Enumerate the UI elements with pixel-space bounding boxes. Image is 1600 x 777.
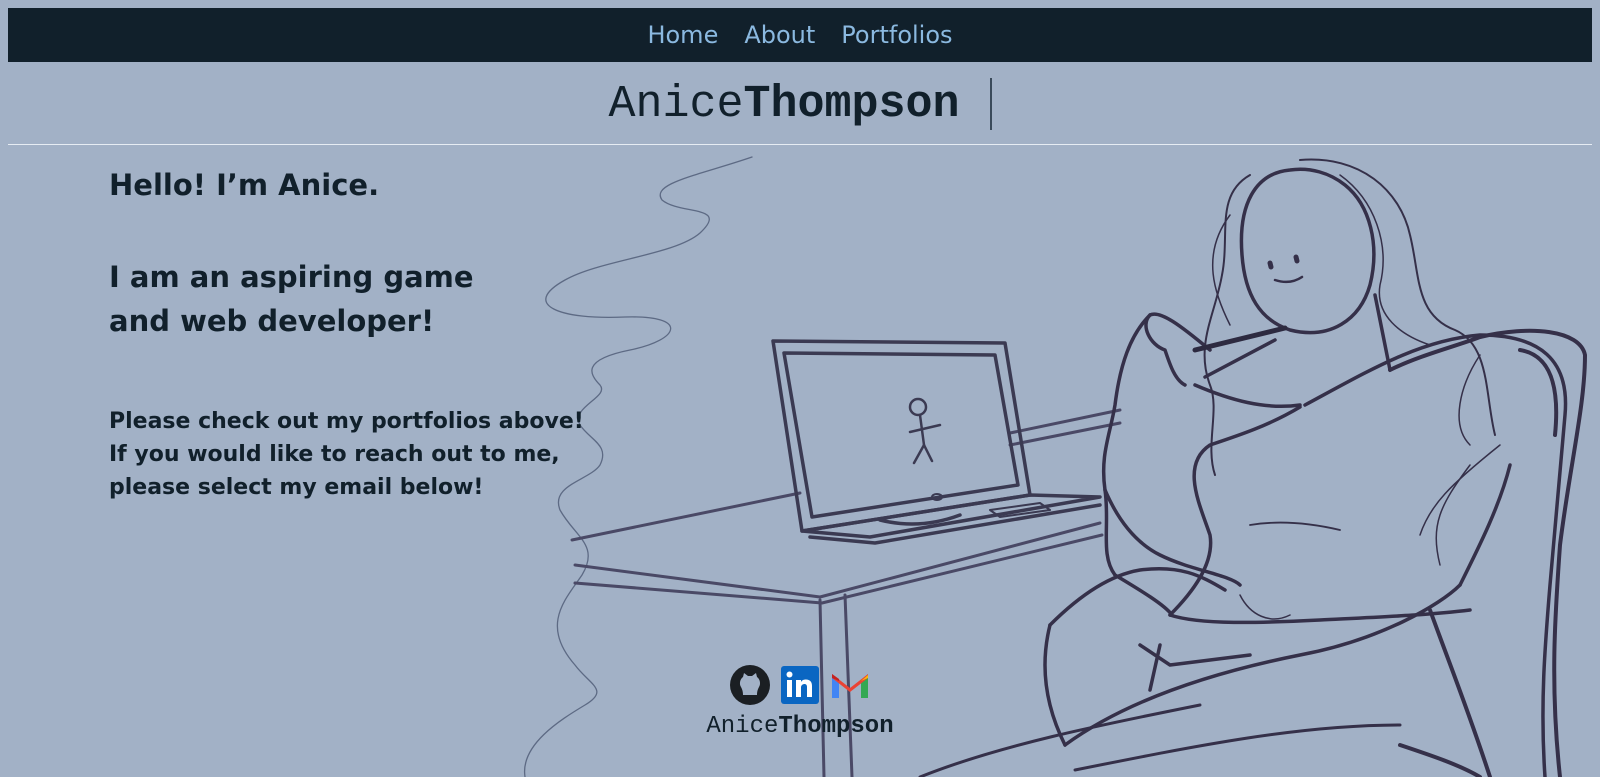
footer-last-name: Thompson xyxy=(778,713,894,740)
footer-title: AniceThompson xyxy=(690,713,910,740)
tagline-line-1: I am an aspiring game xyxy=(109,260,474,294)
nav-home-link[interactable]: Home xyxy=(647,21,718,49)
tagline-line-2: and web developer! xyxy=(109,304,435,338)
message-line-3: please select my email below! xyxy=(109,475,484,500)
tagline-heading: I am an aspiring game and web developer! xyxy=(109,255,529,343)
contact-message: Please check out my portfolios above! If… xyxy=(109,405,589,504)
site-title: AniceThompson xyxy=(608,79,959,130)
title-first-name: Anice xyxy=(608,78,744,130)
social-links xyxy=(690,663,910,707)
nav-portfolios-link[interactable]: Portfolios xyxy=(841,21,952,49)
message-line-2: If you would like to reach out to me, xyxy=(109,442,560,467)
linkedin-icon[interactable] xyxy=(779,664,821,706)
nav-about-link[interactable]: About xyxy=(744,21,815,49)
github-icon[interactable] xyxy=(729,664,771,706)
gmail-icon[interactable] xyxy=(829,664,871,706)
chair-sketch xyxy=(1388,328,1587,777)
person-sketch xyxy=(918,158,1568,777)
site-header: AniceThompson xyxy=(0,64,1600,144)
footer-first-name: Anice xyxy=(706,713,779,740)
typing-cursor xyxy=(989,78,992,130)
site-footer: AniceThompson xyxy=(690,663,910,740)
greeting-heading: Hello! I’m Anice. xyxy=(109,168,380,202)
laptop-sketch xyxy=(771,339,1102,545)
top-navbar: Home About Portfolios xyxy=(8,8,1592,62)
title-last-name: Thompson xyxy=(743,78,960,130)
message-line-1: Please check out my portfolios above! xyxy=(109,409,584,434)
screen-stick-figure xyxy=(908,397,942,465)
